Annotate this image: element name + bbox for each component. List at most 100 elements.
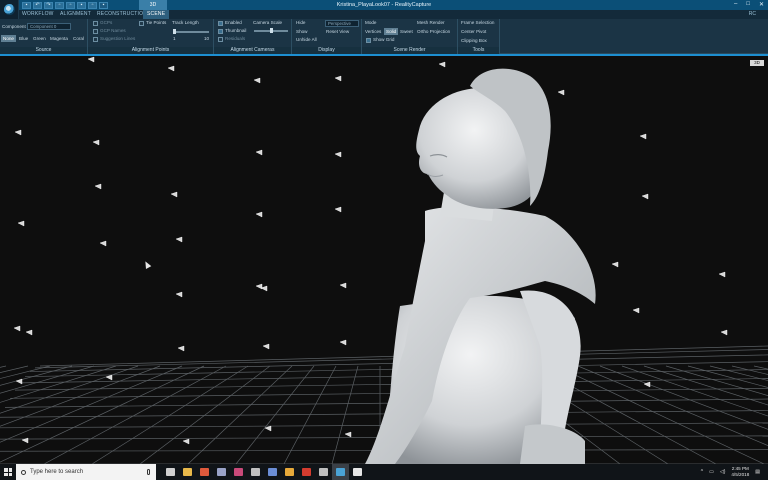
mode-sweet-button[interactable]: Sweet bbox=[398, 28, 415, 35]
camera-marker-icon[interactable] bbox=[611, 261, 619, 268]
viewport-mode-badge[interactable]: 3D bbox=[750, 60, 764, 66]
center-pivot-button[interactable]: Center Pivot bbox=[461, 29, 486, 35]
camera-marker-icon[interactable] bbox=[718, 271, 726, 278]
camera-marker-icon[interactable] bbox=[99, 240, 107, 247]
source-magenta-button[interactable]: Magenta bbox=[48, 35, 70, 42]
camera-marker-icon[interactable] bbox=[170, 191, 178, 198]
camera-marker-icon[interactable] bbox=[175, 291, 183, 298]
tie-points-checkbox[interactable] bbox=[139, 21, 144, 26]
camera-marker-icon[interactable] bbox=[339, 339, 347, 346]
tab-workflow[interactable]: WORKFLOW bbox=[22, 10, 54, 19]
camera-marker-icon[interactable] bbox=[632, 307, 640, 314]
ortho-projection-button[interactable]: Ortho Projection bbox=[417, 29, 450, 35]
taskbar-search[interactable]: Type here to search bbox=[16, 464, 156, 480]
suggestion-lines-checkbox[interactable] bbox=[93, 37, 98, 42]
camera-marker-icon[interactable] bbox=[339, 282, 347, 289]
tab-alignment[interactable]: ALIGNMENT bbox=[60, 10, 91, 19]
mode-vertices-button[interactable]: Vertices bbox=[363, 28, 383, 35]
track-length-slider[interactable] bbox=[173, 31, 209, 33]
taskbar-app-f-button[interactable] bbox=[298, 464, 315, 480]
camera-marker-icon[interactable] bbox=[334, 206, 342, 213]
reset-view-button[interactable]: Reset View bbox=[326, 29, 349, 35]
camera-marker-icon[interactable] bbox=[17, 220, 25, 227]
enabled-checkbox[interactable] bbox=[218, 21, 223, 26]
camera-marker-icon[interactable] bbox=[255, 149, 263, 156]
source-none-button[interactable]: None bbox=[1, 35, 16, 42]
camera-marker-icon[interactable] bbox=[167, 65, 175, 72]
taskbar-realitycapture-button[interactable] bbox=[332, 464, 349, 480]
camera-scale-knob[interactable] bbox=[270, 28, 273, 33]
camera-marker-icon[interactable] bbox=[25, 329, 33, 336]
camera-marker-icon[interactable] bbox=[639, 133, 647, 140]
rc-label[interactable]: RC bbox=[749, 10, 756, 19]
taskbar-app-h-button[interactable] bbox=[349, 464, 366, 480]
taskbar-app-a-button[interactable] bbox=[213, 464, 230, 480]
start-button[interactable] bbox=[0, 464, 16, 480]
taskbar-app-b-button[interactable] bbox=[230, 464, 247, 480]
camera-marker-icon[interactable] bbox=[253, 77, 261, 84]
taskbar-app-c-button[interactable] bbox=[247, 464, 264, 480]
taskbar-app-d-button[interactable] bbox=[264, 464, 281, 480]
gcp-names-checkbox[interactable] bbox=[93, 29, 98, 34]
camera-marker-icon[interactable] bbox=[15, 378, 23, 385]
camera-marker-icon[interactable] bbox=[92, 139, 100, 146]
show-button[interactable]: Show bbox=[296, 29, 308, 35]
scene-canvas[interactable] bbox=[0, 56, 768, 464]
camera-marker-icon[interactable] bbox=[720, 329, 728, 336]
tab-reconstruction[interactable]: RECONSTRUCTION bbox=[97, 10, 147, 19]
app-logo[interactable] bbox=[0, 0, 19, 19]
volume-icon[interactable]: ◁) bbox=[720, 469, 726, 475]
scanned-model[interactable] bbox=[365, 68, 596, 464]
camera-marker-icon[interactable] bbox=[334, 151, 342, 158]
camera-marker-icon[interactable] bbox=[14, 129, 22, 136]
network-icon[interactable]: ▭ bbox=[709, 469, 714, 475]
hide-button[interactable]: Hide bbox=[296, 20, 305, 26]
taskbar-app-g-button[interactable] bbox=[315, 464, 332, 480]
camera-marker-icon[interactable] bbox=[641, 193, 649, 200]
close-icon[interactable]: ✕ bbox=[759, 1, 764, 8]
show-grid-checkbox[interactable] bbox=[366, 38, 371, 43]
camera-marker-icon[interactable] bbox=[262, 343, 270, 350]
camera-marker-icon[interactable] bbox=[175, 236, 183, 243]
clock[interactable]: 2:45 PM 4/5/2018 bbox=[731, 466, 749, 478]
camera-marker-icon[interactable] bbox=[557, 89, 565, 96]
camera-marker-icon[interactable] bbox=[94, 183, 102, 190]
taskbar-app-e-button[interactable] bbox=[281, 464, 298, 480]
camera-marker-icon[interactable] bbox=[344, 431, 352, 438]
taskbar-file-explorer-button[interactable] bbox=[179, 464, 196, 480]
source-coral-button[interactable]: Coral bbox=[71, 35, 86, 42]
frame-selection-button[interactable]: Frame Selection bbox=[461, 20, 494, 26]
minimize-icon[interactable]: – bbox=[734, 1, 737, 8]
camera-marker-icon[interactable] bbox=[438, 61, 446, 68]
taskbar-chrome-button[interactable] bbox=[196, 464, 213, 480]
camera-marker-icon[interactable] bbox=[87, 56, 95, 63]
track-length-knob[interactable] bbox=[173, 29, 176, 34]
projection-dropdown[interactable]: Perspective bbox=[325, 20, 359, 27]
unhide-all-button[interactable]: Unhide All bbox=[296, 37, 317, 43]
gcps-checkbox[interactable] bbox=[93, 21, 98, 26]
component-dropdown[interactable]: Component 0 bbox=[27, 23, 71, 30]
mode-solid-button[interactable]: Solid bbox=[384, 28, 399, 35]
alignment-points-caption: Alignment Points bbox=[88, 47, 213, 54]
maximize-icon[interactable]: □ bbox=[746, 1, 750, 8]
camera-marker-icon[interactable] bbox=[334, 75, 342, 82]
camera-marker-icon[interactable] bbox=[177, 345, 185, 352]
display-group: Hide Show Unhide All Perspective Reset V… bbox=[292, 19, 362, 54]
source-blue-button[interactable]: Blue bbox=[17, 35, 30, 42]
residuals-label: Residuals bbox=[225, 36, 246, 41]
camera-marker-icon[interactable] bbox=[182, 438, 190, 445]
notifications-icon[interactable]: ▤ bbox=[755, 469, 760, 475]
camera-marker-icon[interactable] bbox=[13, 325, 21, 332]
chevron-up-icon[interactable]: ^ bbox=[701, 469, 703, 475]
source-green-button[interactable]: Green bbox=[31, 35, 48, 42]
mesh-render-button[interactable]: Mesh Render bbox=[417, 20, 445, 26]
clipping-box-button[interactable]: Clipping Box bbox=[461, 38, 487, 44]
camera-marker-icon[interactable] bbox=[255, 211, 263, 218]
tab-scene[interactable]: SCENE bbox=[143, 10, 170, 19]
taskbar-task-view-button[interactable] bbox=[162, 464, 179, 480]
residuals-checkbox[interactable] bbox=[218, 37, 223, 42]
file-explorer-icon bbox=[183, 468, 192, 476]
microphone-icon[interactable] bbox=[147, 469, 150, 475]
3d-viewport[interactable]: 3D bbox=[0, 56, 768, 464]
thumbnail-checkbox[interactable] bbox=[218, 29, 223, 34]
